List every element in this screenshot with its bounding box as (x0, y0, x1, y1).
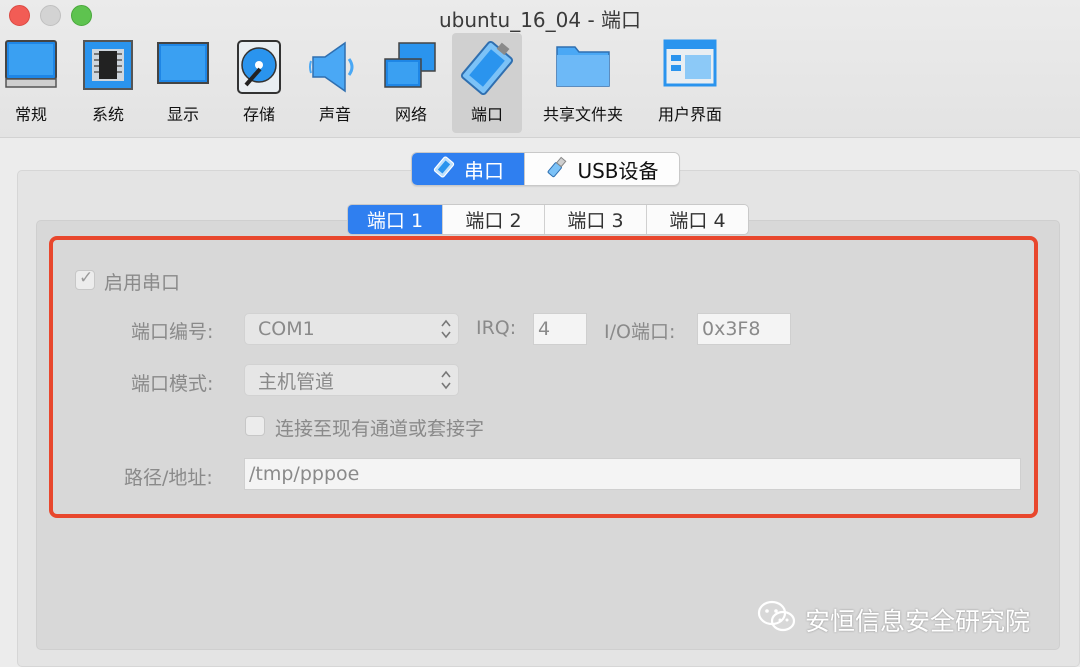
segment-usb-devices[interactable]: USB设备 (524, 153, 679, 185)
port-number-label: 端口编号: (131, 321, 214, 343)
toolbar-item-display[interactable]: 显示 (153, 33, 213, 133)
tab-port-3[interactable]: 端口 3 (544, 205, 646, 234)
watermark-text: 安恒信息安全研究院 (805, 607, 1031, 636)
network-icon (383, 39, 439, 97)
irq-label: IRQ: (476, 317, 517, 339)
watermark: 安恒信息安全研究院 (757, 600, 1030, 640)
display-icon (156, 39, 210, 95)
disk-icon (234, 39, 284, 99)
chip-icon (82, 39, 134, 95)
speaker-icon (307, 39, 363, 99)
toolbar-item-general[interactable]: 常规 (0, 33, 62, 133)
serial-connector-icon (432, 155, 456, 184)
connect-existing-label: 连接至现有通道或套接字 (275, 418, 485, 440)
toolbar-item-ports[interactable]: 端口 (452, 33, 522, 133)
enable-serial-label: 启用串口 (104, 272, 181, 294)
port-mode-label: 端口模式: (131, 373, 214, 395)
irq-field[interactable]: 4 (533, 313, 587, 345)
monitor-icon (4, 39, 58, 95)
segment-serial-ports[interactable]: 串口 (412, 153, 524, 185)
tab-port-4[interactable]: 端口 4 (646, 205, 748, 234)
port-connector-icon (458, 39, 516, 101)
window-layout-icon (663, 39, 717, 93)
toolbar-item-user-interface[interactable]: 用户界面 (652, 33, 728, 133)
port-tabs: 端口 1 端口 2 端口 3 端口 4 (347, 204, 749, 235)
toolbar-item-shared-folders[interactable]: 共享文件夹 (538, 33, 628, 133)
tab-port-2[interactable]: 端口 2 (442, 205, 544, 234)
tab-port-1[interactable]: 端口 1 (348, 205, 442, 234)
toolbar-item-audio[interactable]: 声音 (305, 33, 365, 133)
port-mode-select[interactable]: 主机管道 (244, 364, 459, 396)
toolbar-item-storage[interactable]: 存储 (229, 33, 289, 133)
window-title: ubuntu_16_04 - 端口 (438, 8, 642, 32)
toolbar-item-network[interactable]: 网络 (381, 33, 441, 133)
path-field[interactable]: /tmp/pppoe (244, 458, 1021, 490)
folder-icon (555, 39, 611, 93)
io-port-field[interactable]: 0x3F8 (697, 313, 791, 345)
connect-existing-checkbox[interactable] (245, 416, 265, 436)
enable-serial-checkbox[interactable]: ✓ (75, 268, 95, 290)
checkmark-icon: ✓ (79, 268, 94, 288)
path-label: 路径/地址: (124, 467, 213, 489)
select-arrows-icon (440, 369, 452, 391)
io-port-label: I/O端口: (604, 321, 676, 343)
port-number-select[interactable]: COM1 (244, 313, 459, 345)
select-arrows-icon (440, 318, 452, 340)
port-type-segmented-control: 串口 USB设备 (411, 152, 680, 186)
wechat-icon (757, 600, 797, 640)
title-bar: ubuntu_16_04 - 端口 常规 系统 显示 存储 声音 网络 端口 共… (0, 0, 1080, 138)
usb-plug-icon (545, 155, 569, 184)
toolbar-item-system[interactable]: 系统 (78, 33, 138, 133)
